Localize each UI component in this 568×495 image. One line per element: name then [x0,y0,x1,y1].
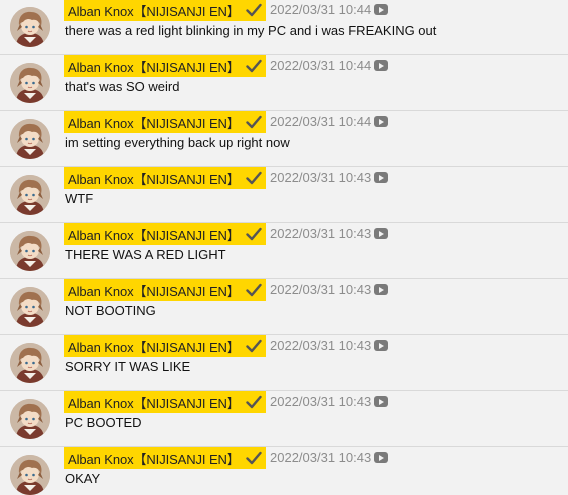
message-timestamp: 2022/03/31 10:44 [270,58,372,73]
message-text: THERE WAS A RED LIGHT [65,247,226,262]
avatar-icon[interactable] [10,231,50,271]
chat-message: Alban Knox【NIJISANJI EN】 2022/03/31 10:4… [0,279,568,335]
message-timestamp: 2022/03/31 10:43 [270,226,372,241]
author-name: Alban Knox【NIJISANJI EN】 [68,59,240,75]
play-icon[interactable] [374,60,388,71]
checkmark-icon [246,171,262,185]
author-name: Alban Knox【NIJISANJI EN】 [68,115,240,131]
play-icon[interactable] [374,452,388,463]
chat-message: Alban Knox【NIJISANJI EN】 2022/03/31 10:4… [0,55,568,111]
author-badge[interactable]: Alban Knox【NIJISANJI EN】 [64,0,266,21]
play-icon[interactable] [374,228,388,239]
message-text: PC BOOTED [65,415,142,430]
message-timestamp: 2022/03/31 10:43 [270,394,372,409]
chat-message: Alban Knox【NIJISANJI EN】 2022/03/31 10:4… [0,167,568,223]
author-name: Alban Knox【NIJISANJI EN】 [68,3,240,19]
author-badge[interactable]: Alban Knox【NIJISANJI EN】 [64,55,266,77]
avatar-icon[interactable] [10,175,50,215]
avatar-icon[interactable] [10,455,50,495]
author-badge[interactable]: Alban Knox【NIJISANJI EN】 [64,447,266,469]
checkmark-icon [246,339,262,353]
play-icon[interactable] [374,340,388,351]
message-text: that's was SO weird [65,79,180,94]
play-icon[interactable] [374,116,388,127]
message-timestamp: 2022/03/31 10:43 [270,282,372,297]
message-text: NOT BOOTING [65,303,156,318]
avatar-icon[interactable] [10,63,50,103]
checkmark-icon [246,59,262,73]
message-text: WTF [65,191,94,206]
chat-message: Alban Knox【NIJISANJI EN】 2022/03/31 10:4… [0,223,568,279]
chat-message: Alban Knox【NIJISANJI EN】 2022/03/31 10:4… [0,111,568,167]
checkmark-icon [246,283,262,297]
chat-message: Alban Knox【NIJISANJI EN】 2022/03/31 10:4… [0,0,568,55]
message-timestamp: 2022/03/31 10:44 [270,2,372,17]
checkmark-icon [246,3,262,17]
message-timestamp: 2022/03/31 10:43 [270,450,372,465]
play-icon[interactable] [374,396,388,407]
avatar-icon[interactable] [10,287,50,327]
message-timestamp: 2022/03/31 10:43 [270,338,372,353]
checkmark-icon [246,115,262,129]
play-icon[interactable] [374,4,388,15]
author-name: Alban Knox【NIJISANJI EN】 [68,395,240,411]
chat-message-list[interactable]: Alban Knox【NIJISANJI EN】 2022/03/31 10:4… [0,0,568,495]
message-timestamp: 2022/03/31 10:43 [270,170,372,185]
avatar-icon[interactable] [10,399,50,439]
avatar-icon[interactable] [10,343,50,383]
avatar-icon[interactable] [10,119,50,159]
author-name: Alban Knox【NIJISANJI EN】 [68,451,240,467]
author-badge[interactable]: Alban Knox【NIJISANJI EN】 [64,223,266,245]
chat-message: Alban Knox【NIJISANJI EN】 2022/03/31 10:4… [0,335,568,391]
message-text: OKAY [65,471,101,486]
author-name: Alban Knox【NIJISANJI EN】 [68,283,240,299]
author-badge[interactable]: Alban Knox【NIJISANJI EN】 [64,111,266,133]
chat-message: Alban Knox【NIJISANJI EN】 2022/03/31 10:4… [0,447,568,495]
message-timestamp: 2022/03/31 10:44 [270,114,372,129]
checkmark-icon [246,451,262,465]
message-text: there was a red light blinking in my PC … [65,23,437,38]
message-text: im setting everything back up right now [65,135,290,150]
checkmark-icon [246,227,262,241]
author-badge[interactable]: Alban Knox【NIJISANJI EN】 [64,335,266,357]
avatar-icon[interactable] [10,7,50,47]
author-name: Alban Knox【NIJISANJI EN】 [68,171,240,187]
author-badge[interactable]: Alban Knox【NIJISANJI EN】 [64,167,266,189]
author-badge[interactable]: Alban Knox【NIJISANJI EN】 [64,279,266,301]
chat-message: Alban Knox【NIJISANJI EN】 2022/03/31 10:4… [0,391,568,447]
author-badge[interactable]: Alban Knox【NIJISANJI EN】 [64,391,266,413]
play-icon[interactable] [374,284,388,295]
checkmark-icon [246,395,262,409]
author-name: Alban Knox【NIJISANJI EN】 [68,339,240,355]
play-icon[interactable] [374,172,388,183]
author-name: Alban Knox【NIJISANJI EN】 [68,227,240,243]
message-text: SORRY IT WAS LIKE [65,359,191,374]
